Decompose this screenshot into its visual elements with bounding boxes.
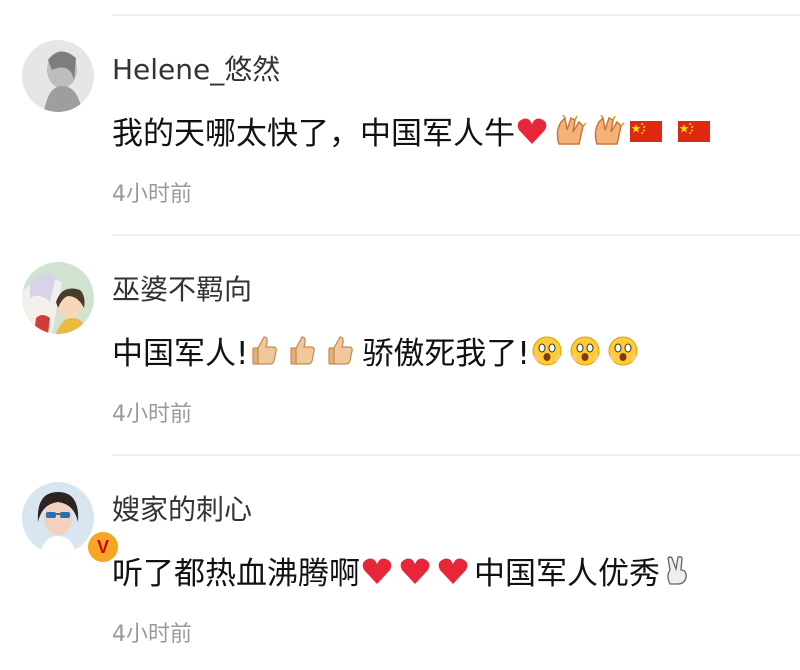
- china-flag-icon: [629, 114, 663, 148]
- comment-timestamp: 4小时前: [112, 402, 192, 427]
- username[interactable]: Helene_悠然: [112, 48, 280, 88]
- anime-characters-avatar[interactable]: [22, 262, 94, 334]
- shocked-face-icon: [530, 334, 564, 368]
- comment-timestamp: 4小时前: [112, 182, 192, 207]
- thumbs-up-icon: [324, 334, 358, 368]
- comment-text-segment: 中国军人优秀: [474, 556, 660, 592]
- comment-text-segment: 骄傲死我了!: [362, 336, 530, 372]
- thumbs-up-icon: [248, 334, 282, 368]
- comment-list: Helene_悠然 我的天哪太快了，中国军人牛 4小时前 巫婆不羁向 中国军人!…: [0, 0, 800, 670]
- username[interactable]: 嫂家的刺心: [112, 488, 252, 528]
- heart-icon: [398, 554, 432, 588]
- woman-portrait-avatar[interactable]: [22, 40, 94, 112]
- victory-hand-icon: [660, 554, 694, 588]
- clapping-hands-icon: [591, 114, 625, 148]
- clapping-hands-icon: [553, 114, 587, 148]
- username[interactable]: 巫婆不羁向: [112, 268, 252, 308]
- comment-text: 听了都热血沸腾啊 中国军人优秀: [112, 548, 698, 593]
- comment-text-segment: 中国军人!: [112, 336, 249, 372]
- heart-icon: [360, 554, 394, 588]
- divider: [112, 454, 800, 456]
- shocked-face-icon: [568, 334, 602, 368]
- comment-text-segment: 我的天哪太快了，中国军人牛: [112, 116, 515, 152]
- avatar-wrapper: V: [22, 482, 122, 564]
- heart-icon: [436, 554, 470, 588]
- comment-text-segment: 听了都热血沸腾啊: [112, 556, 360, 592]
- thumbs-up-icon: [286, 334, 320, 368]
- comment-text: 中国军人! 骄傲死我了!: [112, 328, 644, 373]
- comment-timestamp: 4小时前: [112, 622, 192, 647]
- woman-sunglasses-avatar[interactable]: [22, 482, 94, 554]
- heart-icon: [515, 114, 549, 148]
- divider: [112, 234, 800, 236]
- comment-text: 我的天哪太快了，中国军人牛: [112, 108, 715, 153]
- shocked-face-icon: [606, 334, 640, 368]
- divider: [112, 14, 800, 16]
- china-flag-icon: [677, 114, 711, 148]
